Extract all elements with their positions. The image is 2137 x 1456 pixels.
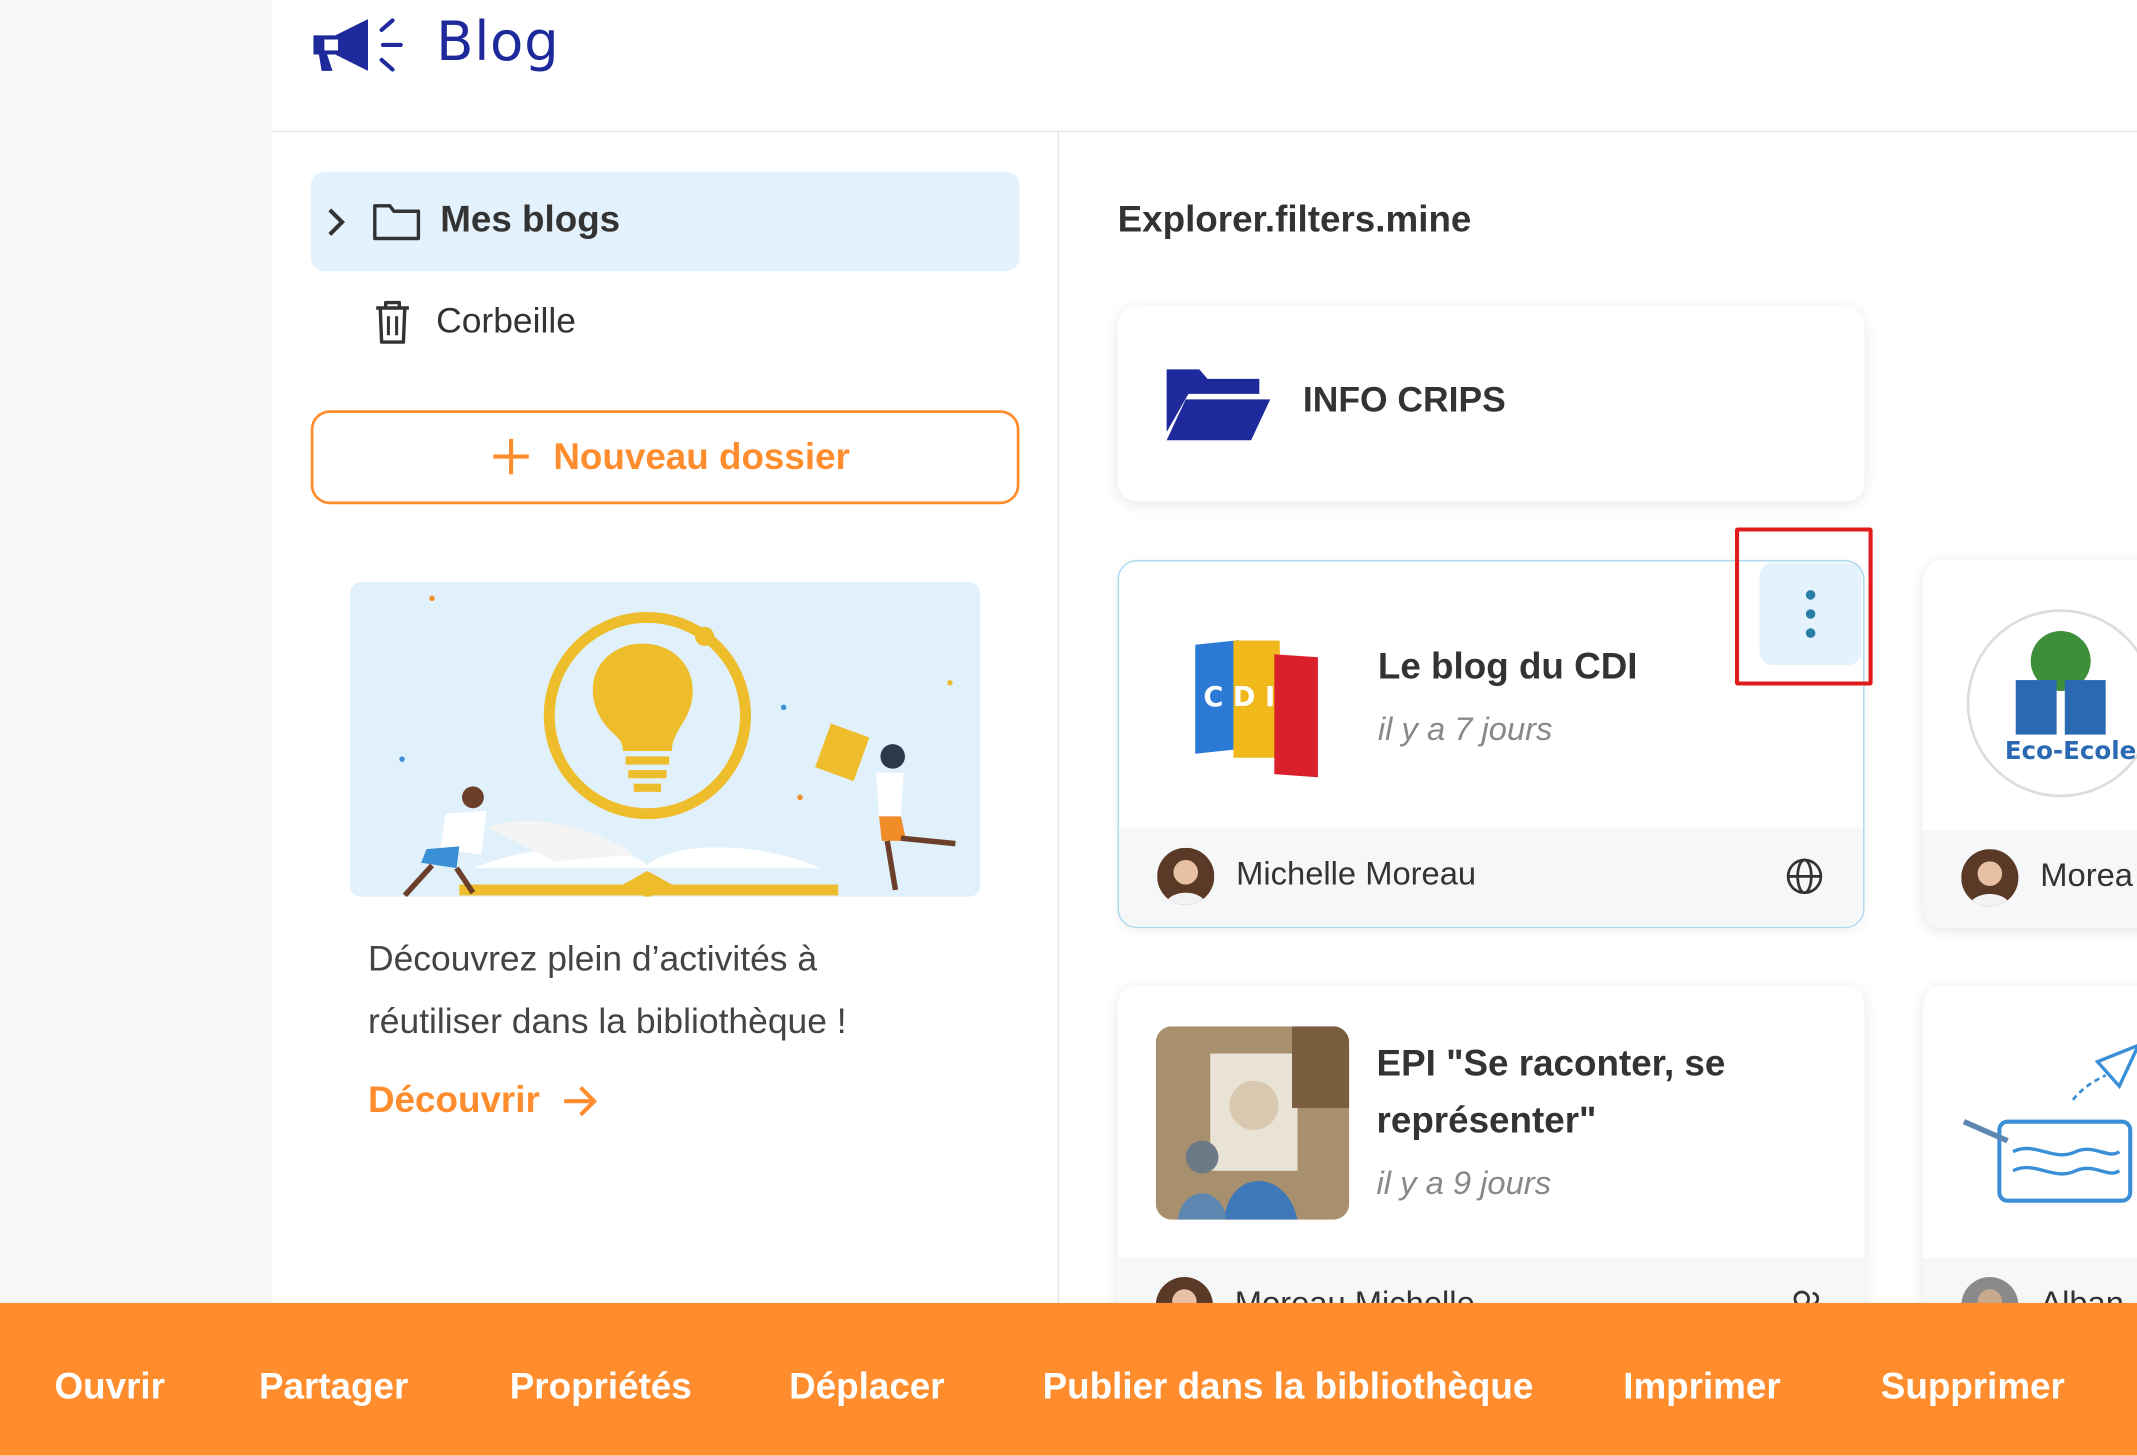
share-button[interactable]: Partager — [259, 1366, 408, 1408]
blog-thumbnail: Eco-Ecole — [1964, 606, 2137, 800]
new-folder-label: Nouveau dossier — [553, 436, 850, 478]
blog-thumbnail — [1958, 1026, 2137, 1220]
blog-title: EPI "Se raconter, se représenter" — [1376, 1042, 1726, 1141]
delete-button[interactable]: Supprimer — [1881, 1366, 2065, 1408]
blog-thumbnail: C D I — [1157, 621, 1351, 816]
blog-date: il y a 9 jours — [1376, 1165, 1552, 1203]
open-button[interactable]: Ouvrir — [55, 1366, 165, 1408]
folder-icon — [373, 204, 421, 241]
promo-illustration — [350, 581, 980, 897]
trash-icon — [376, 300, 409, 344]
arrow-right-icon[interactable] — [562, 1084, 600, 1119]
thumb-text: C D I — [1203, 682, 1275, 713]
move-button[interactable]: Déplacer — [789, 1366, 944, 1408]
blog-date: il y a 7 jours — [1377, 711, 1553, 749]
properties-button[interactable]: Propriétés — [510, 1366, 692, 1408]
author-name: Michelle Moreau — [1236, 855, 1477, 893]
plus-icon — [493, 438, 529, 475]
tree-item-label[interactable]: Mes blogs — [440, 199, 620, 241]
blog-card[interactable]: Alban — [1923, 985, 2137, 1354]
trash-link[interactable]: Corbeille — [436, 300, 576, 342]
thumb-text: Eco-Ecole — [2005, 736, 2136, 765]
blog-card[interactable]: EPI "Se raconter, se représenter" il y a… — [1117, 985, 1865, 1354]
discover-link[interactable]: Découvrir — [368, 1079, 540, 1121]
avatar — [1961, 849, 2019, 907]
folder-name: INFO CRIPS — [1302, 378, 1506, 420]
avatar — [1157, 847, 1215, 905]
author-name: Morea — [2040, 857, 2133, 895]
promo-text: Découvrez plein d’activités à réutiliser… — [367, 937, 847, 1042]
highlight-box — [1734, 527, 1873, 686]
publish-library-button[interactable]: Publier dans la bibliothèque — [1043, 1366, 1534, 1408]
card-footer: Michelle Moreau — [1118, 828, 1864, 927]
blog-thumbnail — [1155, 1026, 1350, 1220]
app-title: Blog — [436, 10, 560, 74]
blog-card[interactable]: Eco-Ecole Morea — [1923, 560, 2137, 929]
left-gutter — [0, 0, 273, 1456]
new-folder-button[interactable]: Nouveau dossier — [310, 410, 1020, 505]
print-button[interactable]: Imprimer — [1623, 1366, 1780, 1408]
filter-title: Explorer.filters.mine — [1117, 198, 1472, 240]
action-bar: Ouvrir Partager Propriétés Déplacer Publ… — [0, 1302, 2137, 1456]
card-footer: Morea — [1923, 830, 2137, 929]
folder-open-icon — [1166, 369, 1271, 441]
megaphone-icon — [313, 18, 403, 72]
chevron-right-icon[interactable] — [324, 204, 349, 239]
globe-icon — [1786, 858, 1823, 895]
folder-card[interactable]: INFO CRIPS — [1117, 306, 1865, 502]
